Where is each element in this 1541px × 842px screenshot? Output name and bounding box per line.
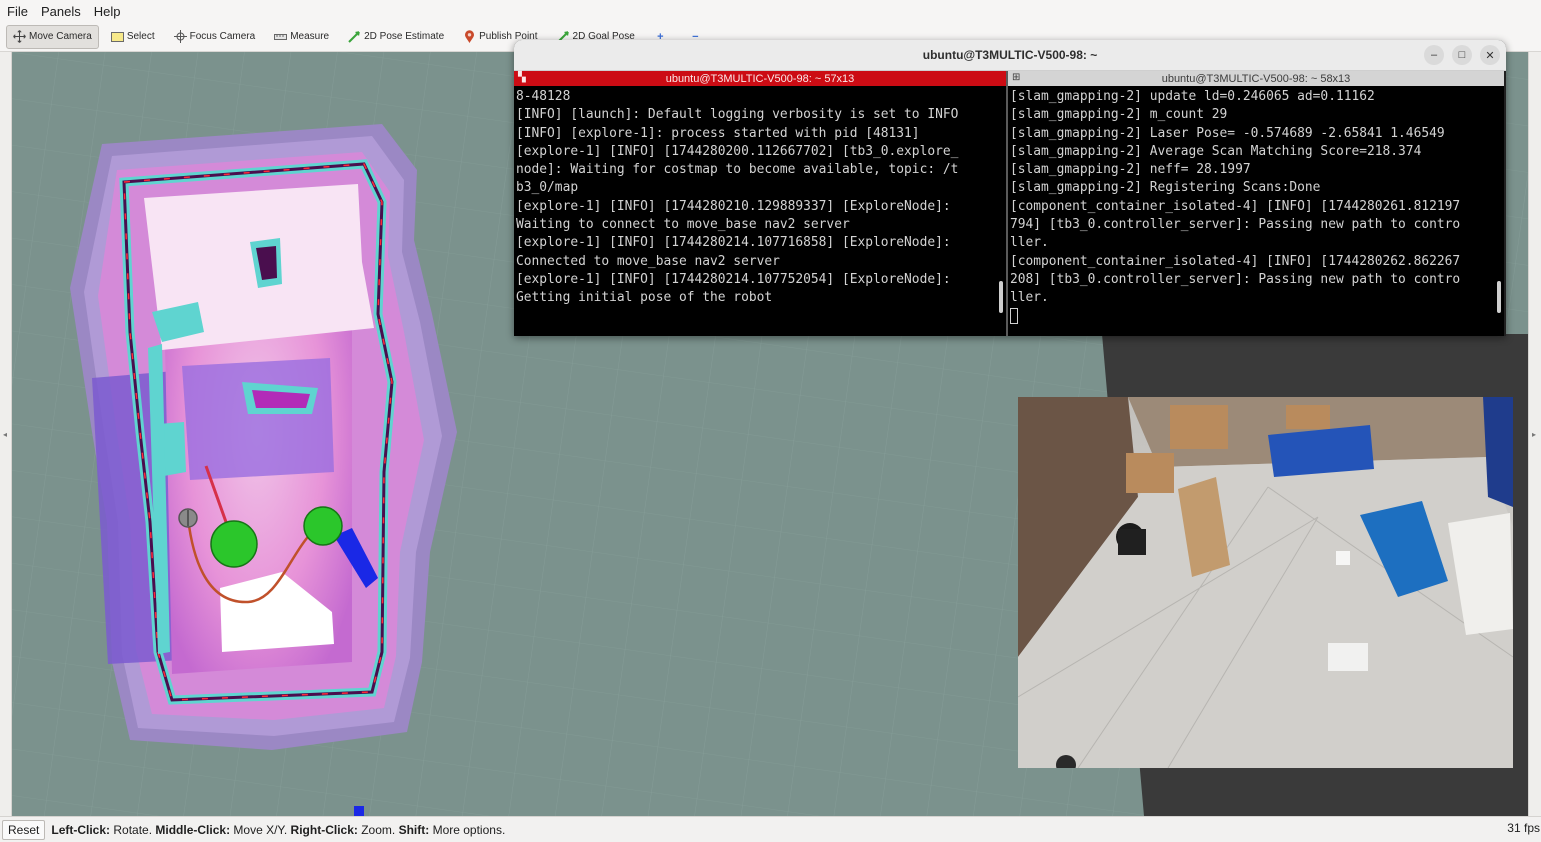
terminal-pane-left[interactable]: ▚ ubuntu@T3MULTIC-V500-98: ~ 57x13 8-481… <box>514 71 1008 336</box>
terminal-line: [INFO] [explore-1]: process started with… <box>516 125 920 141</box>
minimize-button[interactable]: – <box>1424 45 1444 65</box>
hint-middle-key: Middle-Click: <box>155 822 231 837</box>
close-icon: ✕ <box>1485 49 1495 62</box>
terminal-line: [slam_gmapping-2] m_count 29 <box>1010 107 1228 123</box>
pane-right-output: [slam_gmapping-2] update ld=0.246065 ad=… <box>1008 86 1504 326</box>
measure-tool[interactable]: Measure <box>267 25 336 49</box>
terminal-line: ller. <box>1010 290 1049 306</box>
close-button[interactable]: ✕ <box>1480 45 1500 65</box>
fps-counter: 31 fps <box>1507 821 1540 835</box>
terminal-line: [slam_gmapping-2] Registering Scans:Done <box>1010 180 1321 196</box>
measure-label: Measure <box>290 31 330 42</box>
publish-point-icon <box>463 29 476 43</box>
terminal-cursor-line <box>1010 308 1502 326</box>
terminal-line: 208] [tb3_0.controller_server]: Passing … <box>1010 271 1461 287</box>
terminal-titlebar[interactable]: ubuntu@T3MULTIC-V500-98: ~ – □ ✕ <box>514 40 1506 71</box>
pane-left-tab[interactable]: ▚ ubuntu@T3MULTIC-V500-98: ~ 57x13 <box>514 71 1006 86</box>
hint-middle-val: Move X/Y. <box>230 822 291 837</box>
status-bar: Reset Left-Click: Rotate. Middle-Click: … <box>0 816 1541 842</box>
select-label: Select <box>126 31 155 42</box>
terminal-line: [slam_gmapping-2] neff= 28.1997 <box>1010 162 1251 178</box>
hint-shift-key: Shift: <box>398 822 430 837</box>
pane-right-title: ubuntu@T3MULTIC-V500-98: ~ 58x13 <box>1161 72 1351 85</box>
measure-icon <box>274 30 288 43</box>
minimize-icon: – <box>1430 49 1438 61</box>
menu-panels[interactable]: Panels <box>34 4 87 19</box>
mouse-hint: Left-Click: Rotate. Middle-Click: Move X… <box>51 823 505 837</box>
terminal-pane-right[interactable]: ⊞ ubuntu@T3MULTIC-V500-98: ~ 58x13 [slam… <box>1008 71 1504 336</box>
camera-image <box>1018 397 1513 768</box>
terminal-line: Getting initial pose of the robot <box>516 290 773 306</box>
hint-left-val: Rotate. <box>110 822 156 837</box>
menu-bar: File Panels Help <box>0 0 1541 22</box>
pose-estimate-tool[interactable]: 2D Pose Estimate <box>341 25 451 49</box>
pane-right-scrollbar[interactable] <box>1497 281 1501 313</box>
terminal-window[interactable]: ubuntu@T3MULTIC-V500-98: ~ – □ ✕ ▚ ubunt… <box>514 40 1506 336</box>
focus-camera-tool[interactable]: Focus Camera <box>167 25 263 49</box>
pane-right-tab[interactable]: ⊞ ubuntu@T3MULTIC-V500-98: ~ 58x13 <box>1008 71 1504 86</box>
select-tool[interactable]: Select <box>104 25 162 49</box>
split-pane-icon: ▚ <box>518 72 526 83</box>
move-camera-icon <box>13 30 26 43</box>
terminal-line: Connected to move_base nav2 server <box>516 253 780 269</box>
select-icon <box>110 30 124 43</box>
terminal-line: [explore-1] [INFO] [1744280210.129889337… <box>516 198 951 214</box>
camera-feed <box>1018 397 1513 768</box>
terminal-line: node]: Waiting for costmap to become ava… <box>516 162 959 178</box>
terminal-line: [component_container_isolated-4] [INFO] … <box>1010 253 1461 269</box>
hint-left-key: Left-Click: <box>51 822 111 837</box>
text-cursor <box>1010 308 1018 325</box>
hint-right-key: Right-Click: <box>290 822 358 837</box>
move-camera-tool[interactable]: Move Camera <box>6 24 99 49</box>
pose-estimate-icon <box>348 30 361 43</box>
terminal-line: [explore-1] [INFO] [1744280214.107752054… <box>516 271 951 287</box>
expand-left-icon: ◂ <box>3 430 8 439</box>
menu-help[interactable]: Help <box>87 4 127 19</box>
terminal-title: ubuntu@T3MULTIC-V500-98: ~ <box>922 48 1098 62</box>
terminal-line: 8-48128 <box>516 89 571 104</box>
pane-left-title: ubuntu@T3MULTIC-V500-98: ~ 57x13 <box>665 72 855 85</box>
terminal-line: Waiting to connect to move_base nav2 ser… <box>516 217 850 233</box>
terminal-line: 794] [tb3_0.controller_server]: Passing … <box>1010 217 1461 233</box>
pose-estimate-label: 2D Pose Estimate <box>364 31 445 42</box>
pane-left-output: 8-48128 [INFO] [launch]: Default logging … <box>514 86 1006 308</box>
maximize-icon: □ <box>1458 49 1466 61</box>
focus-camera-label: Focus Camera <box>189 31 256 42</box>
focus-camera-icon <box>173 30 187 43</box>
split-pane-icon: ⊞ <box>1012 72 1021 83</box>
reset-button[interactable]: Reset <box>2 819 46 840</box>
terminal-line: b3_0/map <box>516 180 579 196</box>
rviz-window: File Panels Help Move Camera Select Focu… <box>0 0 1541 842</box>
right-dock-handle[interactable]: ▸ <box>1528 52 1541 816</box>
hint-shift-val: More options. <box>429 822 506 837</box>
terminal-line: [slam_gmapping-2] Laser Pose= -0.574689 … <box>1010 125 1445 141</box>
terminal-line: [slam_gmapping-2] update ld=0.246065 ad=… <box>1010 89 1375 104</box>
expand-right-icon: ▸ <box>1532 430 1537 439</box>
menu-file[interactable]: File <box>0 4 34 19</box>
terminal-line: [explore-1] [INFO] [1744280200.112667702… <box>516 143 959 159</box>
terminal-line: ller. <box>1010 235 1049 251</box>
terminal-line: [component_container_isolated-4] [INFO] … <box>1010 198 1461 214</box>
hint-right-val: Zoom. <box>357 822 399 837</box>
terminal-line: [INFO] [launch]: Default logging verbosi… <box>516 107 959 123</box>
move-camera-label: Move Camera <box>29 31 92 42</box>
left-dock-handle[interactable]: ◂ <box>0 52 12 816</box>
maximize-button[interactable]: □ <box>1452 45 1472 65</box>
pane-left-scrollbar[interactable] <box>999 281 1003 313</box>
terminal-line: [slam_gmapping-2] Average Scan Matching … <box>1010 143 1422 159</box>
terminal-line: [explore-1] [INFO] [1744280214.107716858… <box>516 235 951 251</box>
